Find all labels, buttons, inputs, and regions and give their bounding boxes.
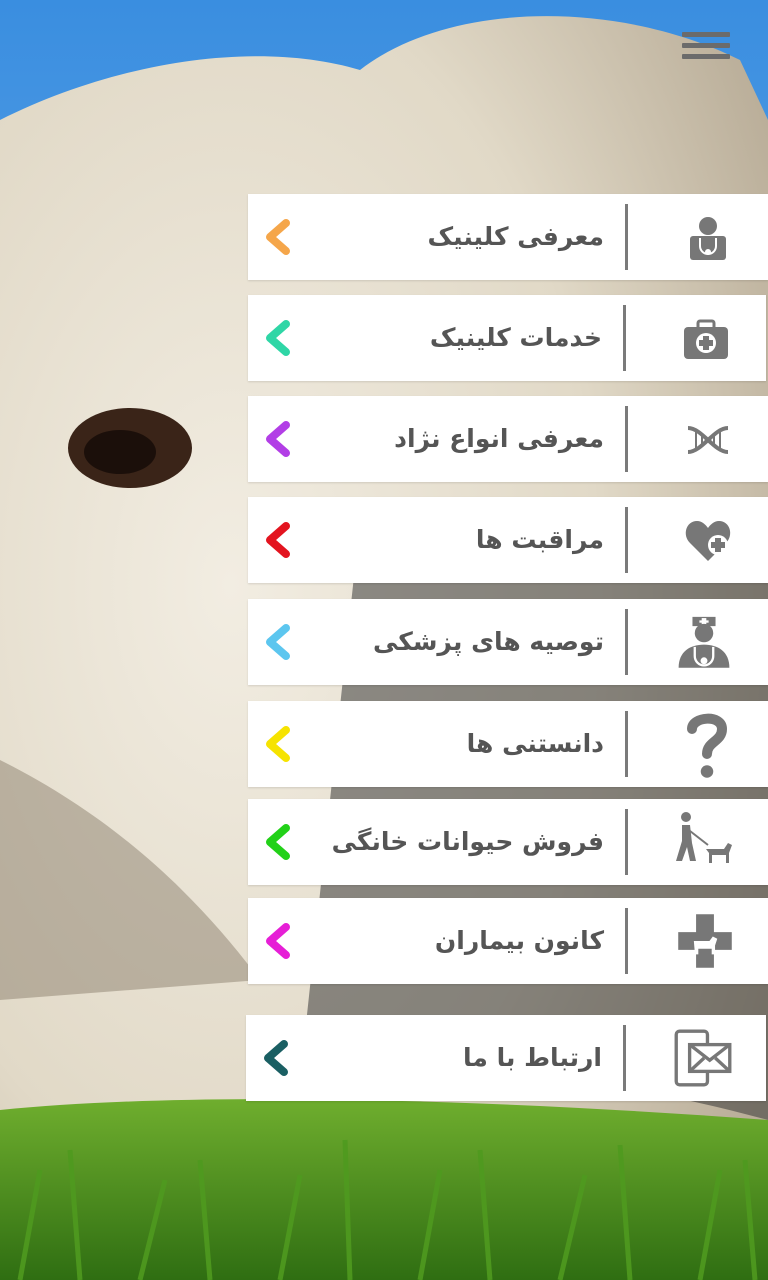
menu-item-care[interactable]: مراقبت ها xyxy=(248,497,768,583)
chevron-left-icon xyxy=(266,421,290,457)
menu-item-clinic-services[interactable]: خدمات کلینیک xyxy=(248,295,766,381)
first-aid-kit-icon xyxy=(680,313,732,365)
menu-item-label: توصیه های پزشکی xyxy=(373,627,604,656)
menu-item-contact-us[interactable]: ارتباط با ما xyxy=(246,1015,766,1101)
chevron-left-icon xyxy=(266,320,290,356)
divider xyxy=(625,507,628,573)
menu-item-label: معرفی انواع نژاد xyxy=(394,424,604,453)
divider xyxy=(625,609,628,675)
menu-item-label: کانون بیماران xyxy=(434,926,604,955)
menu-item-pet-sales[interactable]: فروش حیوانات خانگی xyxy=(248,799,768,885)
divider xyxy=(625,809,628,875)
menu-item-breeds[interactable]: معرفی انواع نژاد xyxy=(248,396,768,482)
chevron-left-icon xyxy=(266,624,290,660)
divider xyxy=(625,908,628,974)
menu-item-label: مراقبت ها xyxy=(475,525,604,554)
mobile-mail-icon xyxy=(674,1029,732,1087)
divider xyxy=(623,1025,626,1091)
dna-icon xyxy=(682,414,734,466)
chevron-left-icon xyxy=(266,923,290,959)
doctor-icon xyxy=(674,609,734,671)
chevron-left-icon xyxy=(266,824,290,860)
menu-item-label: معرفی کلینیک xyxy=(427,222,604,251)
menu-item-knowledge[interactable]: دانستنی ها xyxy=(248,701,768,787)
menu-item-patients-center[interactable]: کانون بیماران xyxy=(248,898,768,984)
chevron-left-icon xyxy=(266,726,290,762)
chevron-left-icon xyxy=(264,1040,288,1076)
menu-item-medical-advice[interactable]: توصیه های پزشکی xyxy=(248,599,768,685)
divider xyxy=(625,406,628,472)
pet-cross-icon xyxy=(676,912,734,970)
menu-item-label: دانستنی ها xyxy=(466,729,604,758)
menu-item-label: فروش حیوانات خانگی xyxy=(331,827,604,856)
dog-walker-icon xyxy=(670,809,734,873)
divider xyxy=(623,305,626,371)
main-menu: معرفی کلینیک خدمات کلینیک معرفی انواع نژ… xyxy=(0,0,768,1280)
chevron-left-icon xyxy=(266,219,290,255)
chevron-left-icon xyxy=(266,522,290,558)
heart-plus-icon xyxy=(682,515,734,567)
divider xyxy=(625,204,628,270)
divider xyxy=(625,711,628,777)
menu-item-label: ارتباط با ما xyxy=(463,1043,602,1072)
menu-item-label: خدمات کلینیک xyxy=(429,323,602,352)
doctor-bag-user-icon xyxy=(682,212,734,264)
menu-item-clinic-intro[interactable]: معرفی کلینیک xyxy=(248,194,768,280)
question-mark-icon xyxy=(680,709,734,779)
